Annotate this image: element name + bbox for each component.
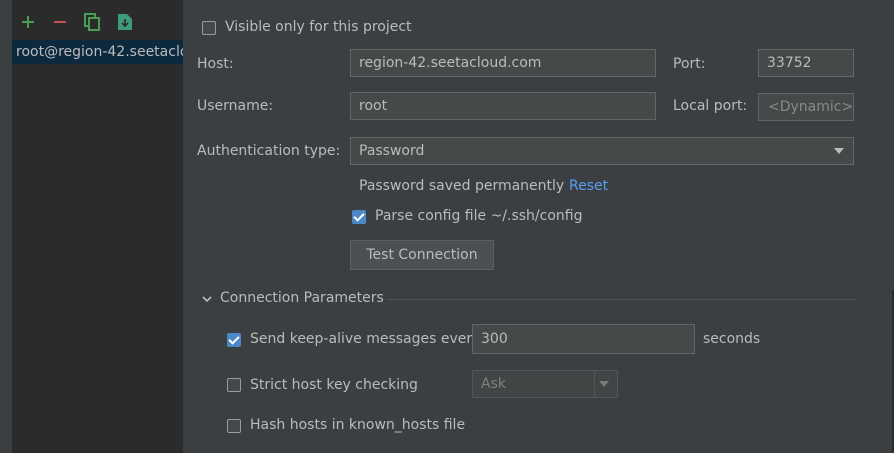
select-divider [594,371,595,397]
server-list-panel: root@region-42.seetacloud.com [12,0,183,453]
port-label: Port: [673,56,706,72]
strict-host-checkbox[interactable] [227,378,241,392]
strict-host-value: Ask [481,376,506,392]
visible-only-label: Visible only for this project [225,19,412,35]
server-list-toolbar [12,0,183,40]
test-connection-button[interactable]: Test Connection [350,240,494,270]
keepalive-label: Send keep-alive messages every [250,331,481,347]
parse-config-checkbox[interactable] [352,210,366,224]
plus-icon[interactable] [18,12,38,32]
server-list-item[interactable]: root@region-42.seetacloud.com [12,40,183,64]
minus-icon[interactable] [50,12,70,32]
local-port-input[interactable]: <Dynamic> [758,93,854,121]
username-input[interactable]: root [350,92,656,120]
auth-type-value: Password [359,143,425,159]
port-input[interactable]: 33752 [758,49,854,77]
section-divider [386,299,857,300]
hash-hosts-checkbox[interactable] [227,419,241,433]
connection-params-title: Connection Parameters [220,290,384,306]
parse-config-label: Parse config file ~/.ssh/config [375,208,583,224]
username-label: Username: [197,98,274,114]
password-status: Password saved permanently [359,178,565,194]
chevron-down-icon [202,296,212,303]
copy-icon[interactable] [82,12,102,32]
host-input[interactable]: region-42.seetacloud.com [350,49,656,77]
import-icon[interactable] [115,12,135,32]
visible-only-checkbox[interactable] [202,21,216,35]
chevron-down-icon [834,148,844,154]
keepalive-checkbox[interactable] [227,333,241,347]
window-edge [0,0,12,453]
keepalive-interval-input[interactable]: 300 [472,324,695,354]
strict-host-label: Strict host key checking [250,377,418,393]
strict-host-select[interactable]: Ask [472,370,618,398]
chevron-down-icon [599,381,609,387]
reset-link[interactable]: Reset [569,178,608,194]
hash-hosts-label: Hash hosts in known_hosts file [250,417,466,433]
host-label: Host: [197,56,234,72]
keepalive-unit: seconds [703,331,761,347]
section-collapse-toggle[interactable] [201,293,213,309]
auth-type-label: Authentication type: [197,143,341,159]
auth-type-select[interactable]: Password [350,137,854,165]
local-port-label: Local port: [673,98,748,114]
